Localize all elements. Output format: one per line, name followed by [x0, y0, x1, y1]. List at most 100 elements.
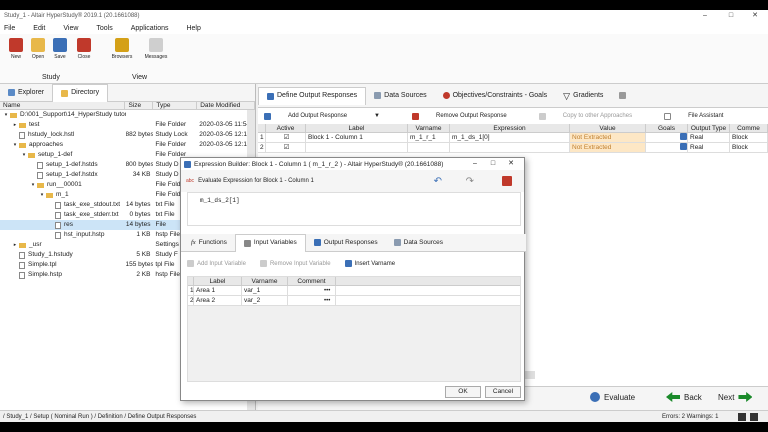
expand-arrow-icon[interactable]: ▸ — [11, 120, 19, 130]
next-button[interactable]: Next — [718, 392, 753, 402]
col-active[interactable]: Active — [266, 124, 306, 132]
tab-dialog-data-sources[interactable]: Data Sources — [386, 234, 451, 252]
close-study-button[interactable]: Close — [73, 38, 95, 60]
expand-arrow-icon[interactable]: ▾ — [20, 150, 28, 160]
response-label[interactable] — [306, 143, 408, 152]
dialog-maximize-button[interactable]: □ — [484, 158, 502, 170]
responses-grid-header: Active Label Varname Expression Value Go… — [258, 124, 768, 133]
close-window-button[interactable]: ✕ — [744, 10, 766, 22]
col-expression[interactable]: Expression — [450, 124, 570, 132]
menu-help[interactable]: Help — [186, 25, 200, 32]
tab-directory[interactable]: Directory — [52, 83, 109, 102]
dialog-close-button[interactable]: ✕ — [502, 158, 520, 170]
tab-define-output-responses[interactable]: Define Output Responses — [258, 86, 367, 105]
file-assistant-button[interactable]: File Assistant — [664, 112, 737, 120]
col-name[interactable]: Name — [0, 102, 126, 109]
menu-tools[interactable]: Tools — [96, 25, 112, 32]
undo-icon[interactable]: ↶ — [434, 176, 442, 187]
messages-button[interactable]: Messages — [142, 38, 170, 60]
response-comment[interactable]: Block — [730, 143, 768, 152]
remove-input-variable-button[interactable]: Remove Input Variable — [259, 260, 331, 267]
response-varname[interactable] — [408, 143, 450, 152]
redo-icon[interactable]: ↷ — [466, 176, 474, 187]
col-size[interactable]: Size — [125, 102, 154, 109]
expand-arrow-icon[interactable]: ▸ — [11, 240, 19, 250]
expand-arrow-icon[interactable]: ▾ — [11, 140, 19, 150]
expand-arrow-icon[interactable]: ▾ — [2, 110, 10, 120]
checkbox-icon[interactable]: ☑ — [284, 144, 290, 151]
remove-output-response-button[interactable]: Remove Output Response — [412, 112, 521, 120]
response-varname[interactable]: m_1_r_1 — [408, 133, 450, 142]
tree-row[interactable]: hstudy_lock.hstl 882 bytes Study Lock 2020-… — [0, 130, 255, 140]
maximize-button[interactable]: □ — [720, 10, 742, 22]
evaluate-button[interactable]: Evaluate — [590, 392, 635, 402]
col-date[interactable]: Date Modified — [197, 102, 255, 109]
tab-data-sources[interactable]: Data Sources — [366, 87, 434, 105]
col-comment[interactable]: Comment — [288, 277, 336, 285]
goals-cell[interactable] — [646, 143, 688, 152]
col-varname[interactable]: Varname — [408, 124, 450, 132]
expression-input[interactable]: m_1_ds_2[1] — [187, 192, 521, 226]
comment-ellipsis-button[interactable]: ••• — [324, 296, 330, 305]
status-messages[interactable]: Errors: 2 Warnings: 1 — [662, 411, 718, 422]
ok-button[interactable]: OK — [445, 386, 481, 398]
col-label[interactable]: Label — [306, 124, 408, 132]
expand-arrow-icon[interactable]: ▾ — [38, 190, 46, 200]
study-group-label: Study — [42, 74, 60, 81]
response-expression[interactable] — [450, 143, 570, 152]
checkbox-icon[interactable]: ☑ — [284, 134, 290, 141]
back-button[interactable]: Back — [666, 392, 702, 402]
grid-options-button[interactable] — [611, 87, 634, 105]
goals-cell[interactable] — [646, 133, 688, 142]
response-comment[interactable]: Block — [730, 133, 768, 142]
output-type[interactable]: Real — [688, 133, 730, 142]
col-comment[interactable]: Comme — [730, 124, 768, 132]
menu-file[interactable]: File — [4, 25, 15, 32]
open-button[interactable]: Open — [27, 38, 49, 60]
col-goals[interactable]: Goals — [646, 124, 688, 132]
response-expression[interactable]: m_1_ds_1[0] — [450, 133, 570, 142]
dialog-minimize-button[interactable]: – — [466, 158, 484, 170]
variable-row[interactable]: 2 Area 2 var_2 ••• — [188, 296, 520, 306]
menu-view[interactable]: View — [63, 25, 78, 32]
tab-gradients[interactable]: ▽ Gradients — [555, 87, 611, 105]
new-button[interactable]: New — [5, 38, 27, 60]
tab-explorer-label: Explorer — [18, 88, 45, 96]
copy-to-approaches-button[interactable]: Copy to other Approaches — [538, 112, 646, 120]
active-checkbox[interactable]: ☑ — [266, 133, 306, 142]
col-output-type[interactable]: Output Type — [688, 124, 730, 132]
response-row[interactable]: 2 ☑ Not Extracted Real Block — [258, 143, 768, 153]
tab-explorer[interactable]: Explorer — [0, 84, 52, 102]
dropdown-arrow-icon[interactable]: ▼ — [374, 113, 380, 119]
insert-varname-button[interactable]: Insert Varname — [344, 260, 395, 267]
col-value[interactable]: Value — [570, 124, 646, 132]
tree-row[interactable]: ▾ D:\001_Support\14_HyperStudy tutorials_… — [0, 110, 255, 120]
cancel-button[interactable]: Cancel — [485, 386, 521, 398]
col-varname[interactable]: Varname — [242, 277, 288, 285]
add-input-variable-button[interactable]: Add Input Variable — [187, 260, 246, 267]
response-label[interactable]: Block 1 - Column 1 — [306, 133, 408, 142]
tab-output-responses[interactable]: Output Responses — [306, 234, 386, 252]
tab-input-variables[interactable]: Input Variables — [234, 233, 306, 252]
active-checkbox[interactable]: ☑ — [266, 143, 306, 152]
clear-expression-icon[interactable] — [502, 176, 512, 186]
tab-objectives-constraints[interactable]: Objectives/Constraints - Goals — [435, 87, 556, 105]
tree-row[interactable]: ▾ approaches File Folder 2020-03-05 12:11 — [0, 140, 255, 150]
response-row[interactable]: 1 ☑ Block 1 - Column 1 m_1_r_1 m_1_ds_1[0] No… — [258, 133, 768, 143]
col-type[interactable]: Type — [153, 102, 198, 109]
save-button[interactable]: Save — [49, 38, 71, 60]
variable-row[interactable]: 1 Area 1 var_1 ••• — [188, 286, 520, 296]
col-label[interactable]: Label — [194, 277, 242, 285]
next-slide-icon[interactable] — [750, 413, 758, 421]
browsers-button[interactable]: Browsers — [108, 38, 136, 60]
add-output-response-button[interactable]: Add Output Response ▼ — [264, 112, 394, 120]
comment-ellipsis-button[interactable]: ••• — [324, 286, 330, 295]
pause-icon[interactable] — [738, 413, 746, 421]
output-type[interactable]: Real — [688, 143, 730, 152]
tree-row[interactable]: ▸ test File Folder 2020-03-05 11:54 — [0, 120, 255, 130]
tab-functions[interactable]: fx Functions — [183, 234, 235, 252]
minimize-button[interactable]: – — [694, 10, 716, 22]
menu-applications[interactable]: Applications — [131, 25, 169, 32]
menu-edit[interactable]: Edit — [33, 25, 45, 32]
expand-arrow-icon[interactable]: ▾ — [29, 180, 37, 190]
